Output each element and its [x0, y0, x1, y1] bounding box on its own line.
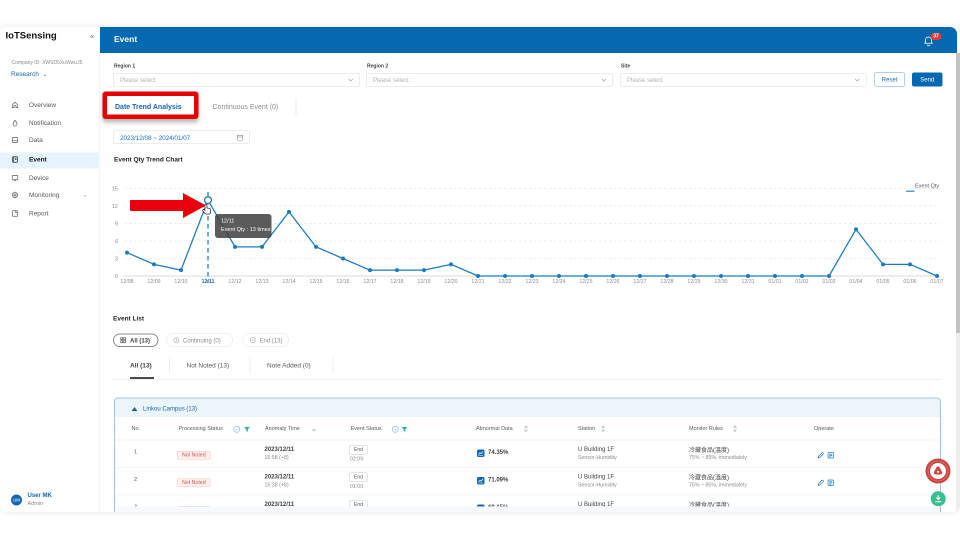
- svg-text:12: 12: [112, 204, 118, 210]
- svg-text:3: 3: [115, 256, 118, 262]
- svg-text:01/03: 01/03: [822, 279, 835, 285]
- svg-text:12/18: 12/18: [390, 279, 403, 285]
- svg-text:01/07: 01/07: [930, 279, 943, 285]
- svg-text:12/23: 12/23: [525, 279, 538, 285]
- svg-text:12/28: 12/28: [660, 279, 673, 285]
- svg-text:6: 6: [115, 239, 118, 245]
- svg-text:12/14: 12/14: [282, 279, 295, 285]
- svg-text:12/10: 12/10: [174, 279, 187, 285]
- svg-text:01/05: 01/05: [876, 279, 889, 285]
- svg-text:12/19: 12/19: [417, 279, 430, 285]
- svg-text:12/24: 12/24: [552, 279, 565, 285]
- svg-text:12/11: 12/11: [221, 219, 234, 225]
- svg-text:01/06: 01/06: [903, 279, 916, 285]
- svg-text:12/31: 12/31: [741, 279, 754, 285]
- svg-text:01/02: 01/02: [795, 279, 808, 285]
- svg-text:Event Qty : 13 times: Event Qty : 13 times: [221, 227, 271, 233]
- svg-text:12/22: 12/22: [498, 279, 511, 285]
- svg-text:12/17: 12/17: [363, 279, 376, 285]
- svg-text:12/30: 12/30: [714, 279, 727, 285]
- svg-text:01/01: 01/01: [768, 279, 781, 285]
- svg-text:01/04: 01/04: [849, 279, 862, 285]
- svg-text:12/08: 12/08: [120, 279, 133, 285]
- svg-text:12/29: 12/29: [687, 279, 700, 285]
- svg-text:12/20: 12/20: [444, 279, 457, 285]
- svg-text:12/12: 12/12: [228, 279, 241, 285]
- svg-text:12/16: 12/16: [336, 279, 349, 285]
- svg-text:9: 9: [115, 221, 118, 227]
- svg-text:12/09: 12/09: [147, 279, 160, 285]
- svg-text:12/26: 12/26: [606, 279, 619, 285]
- svg-text:12/13: 12/13: [255, 279, 268, 285]
- svg-text:12/15: 12/15: [309, 279, 322, 285]
- svg-text:12/27: 12/27: [633, 279, 646, 285]
- svg-text:12/21: 12/21: [471, 279, 484, 285]
- svg-text:0: 0: [115, 274, 118, 280]
- svg-text:15: 15: [112, 186, 118, 192]
- svg-text:12/25: 12/25: [579, 279, 592, 285]
